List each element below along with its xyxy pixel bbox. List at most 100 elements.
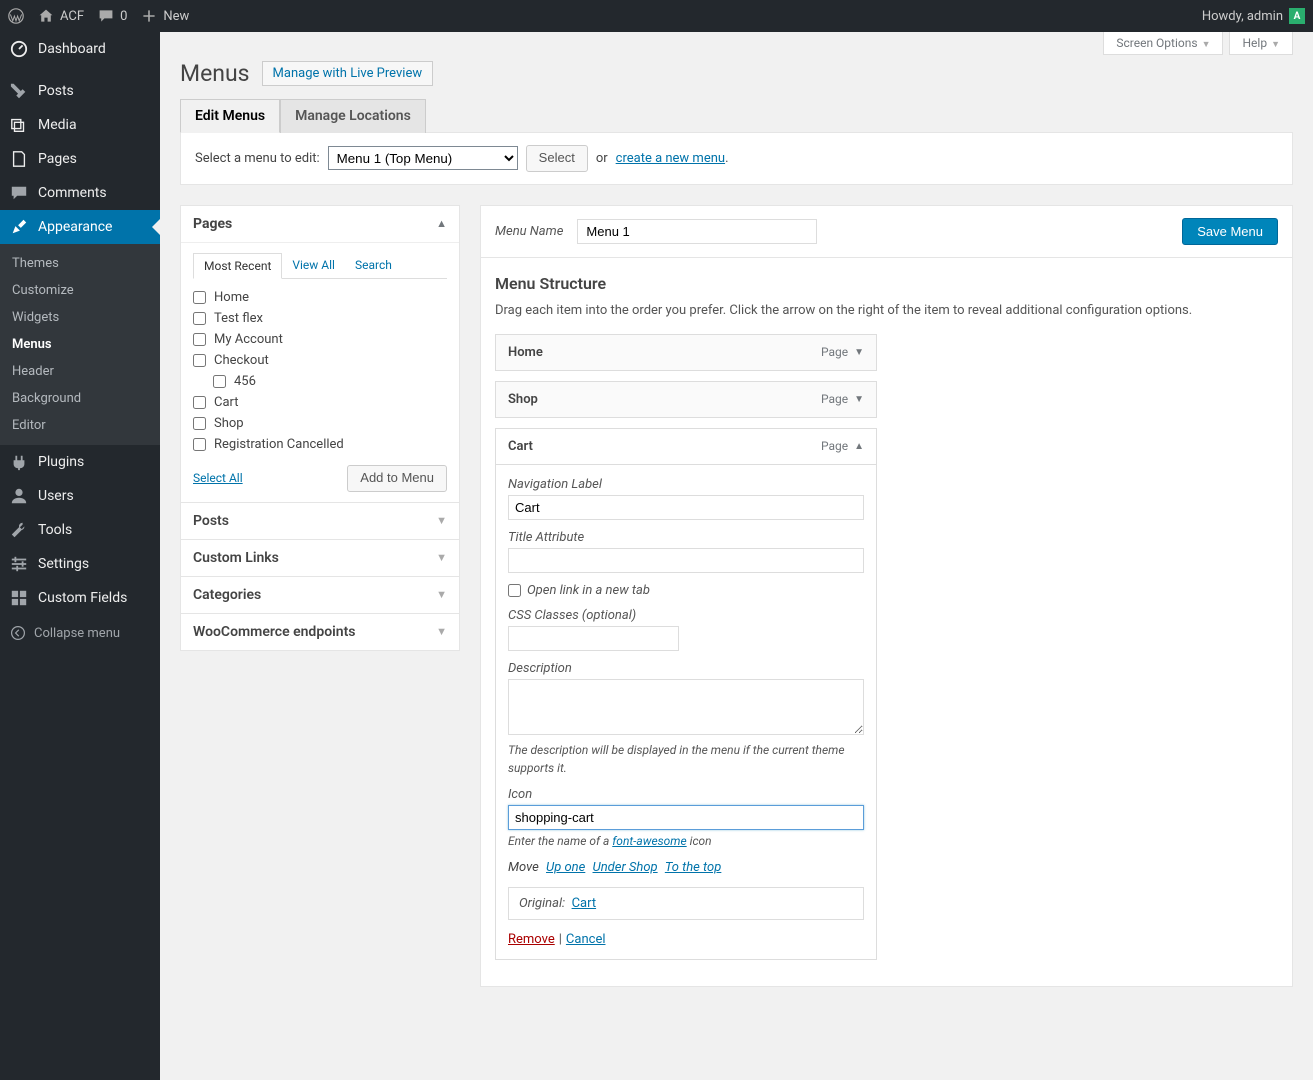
- select-menu-label: Select a menu to edit:: [195, 151, 320, 166]
- sidebar-item-media[interactable]: Media: [0, 108, 160, 142]
- chevron-down-icon: ▼: [1202, 40, 1211, 50]
- sidebar-label: Appearance: [38, 219, 112, 235]
- chevron-down-icon[interactable]: ▼: [854, 394, 864, 405]
- page-check-shop[interactable]: Shop: [193, 413, 447, 434]
- page-check-456[interactable]: 456: [193, 371, 447, 392]
- tab-edit-menus[interactable]: Edit Menus: [180, 99, 280, 133]
- add-to-menu-button[interactable]: Add to Menu: [347, 465, 447, 492]
- live-preview-button[interactable]: Manage with Live Preview: [262, 61, 434, 86]
- site-name-link[interactable]: ACF: [38, 8, 84, 24]
- move-under-shop-link[interactable]: Under Shop: [593, 860, 658, 875]
- description-textarea[interactable]: [508, 679, 864, 735]
- new-content-link[interactable]: New: [141, 8, 189, 24]
- nav-label-input[interactable]: [508, 495, 864, 520]
- chevron-up-icon[interactable]: ▲: [854, 441, 864, 452]
- howdy-link[interactable]: Howdy, adminA: [1202, 8, 1305, 24]
- comments-link[interactable]: 0: [98, 8, 127, 24]
- admin-toolbar: ACF 0 New Howdy, adminA: [0, 0, 1313, 32]
- description-hint: The description will be displayed in the…: [508, 741, 864, 777]
- menu-body: Menu Structure Drag each item into the o…: [480, 258, 1293, 987]
- custom-links-box-header[interactable]: Custom Links▼: [180, 540, 460, 577]
- menu-header: Menu Name Save Menu: [480, 205, 1293, 258]
- remove-link[interactable]: Remove: [508, 932, 555, 947]
- sub-item-themes[interactable]: Themes: [0, 250, 160, 277]
- page-check-home[interactable]: Home: [193, 287, 447, 308]
- sidebar-item-posts[interactable]: Posts: [0, 74, 160, 108]
- chevron-down-icon: ▼: [436, 588, 447, 601]
- cancel-link[interactable]: Cancel: [566, 932, 606, 947]
- sub-item-customize[interactable]: Customize: [0, 277, 160, 304]
- sidebar-label: Posts: [38, 83, 74, 99]
- open-new-tab-checkbox[interactable]: [508, 584, 521, 597]
- menu-select-dropdown[interactable]: Menu 1 (Top Menu): [328, 146, 518, 170]
- icon-label: Icon: [508, 787, 864, 802]
- page-check-test-flex[interactable]: Test flex: [193, 308, 447, 329]
- sidebar-item-custom-fields[interactable]: Custom Fields: [0, 581, 160, 615]
- move-up-one-link[interactable]: Up one: [546, 860, 585, 875]
- page-check-my-account[interactable]: My Account: [193, 329, 447, 350]
- add-items-panel: Pages▲ Most Recent View All Search Home …: [180, 205, 460, 987]
- collapse-label: Collapse menu: [34, 626, 120, 641]
- icon-hint: Enter the name of a font-awesome icon: [508, 832, 864, 850]
- chevron-up-icon: ▲: [436, 217, 447, 230]
- page-check-checkout[interactable]: Checkout: [193, 350, 447, 371]
- page-check-reg-cancelled[interactable]: Registration Cancelled: [193, 434, 447, 455]
- woocommerce-box-header[interactable]: WooCommerce endpoints▼: [180, 614, 460, 651]
- create-menu-link[interactable]: create a new menu: [616, 151, 725, 166]
- menu-item-title: Home: [508, 345, 543, 360]
- sidebar-item-comments[interactable]: Comments: [0, 176, 160, 210]
- menu-item-title: Cart: [508, 439, 533, 454]
- wp-logo[interactable]: [8, 8, 24, 24]
- move-to-top-link[interactable]: To the top: [665, 860, 722, 875]
- title-attr-input[interactable]: [508, 548, 864, 573]
- sidebar-item-plugins[interactable]: Plugins: [0, 445, 160, 479]
- howdy-text: Howdy, admin: [1202, 9, 1283, 24]
- categories-box-header[interactable]: Categories▼: [180, 577, 460, 614]
- sidebar-item-appearance[interactable]: Appearance: [0, 210, 160, 244]
- screen-options-button[interactable]: Screen Options▼: [1103, 32, 1223, 55]
- original-link[interactable]: Cart: [572, 896, 597, 911]
- help-button[interactable]: Help▼: [1229, 32, 1293, 55]
- content-area: Screen Options▼ Help▼ Menus Manage with …: [160, 32, 1313, 1080]
- select-button[interactable]: Select: [526, 145, 588, 172]
- pages-box-header[interactable]: Pages▲: [181, 206, 459, 243]
- sub-item-header[interactable]: Header: [0, 358, 160, 385]
- css-classes-label: CSS Classes (optional): [508, 608, 864, 623]
- chevron-down-icon[interactable]: ▼: [854, 347, 864, 358]
- menu-item-home[interactable]: Home Page▼: [495, 334, 877, 371]
- original-label: Original:: [519, 896, 565, 911]
- menu-edit-panel: Menu Name Save Menu Menu Structure Drag …: [480, 205, 1293, 987]
- pages-box: Pages▲ Most Recent View All Search Home …: [180, 205, 460, 503]
- tab-most-recent[interactable]: Most Recent: [193, 253, 282, 279]
- chevron-down-icon: ▼: [1271, 40, 1280, 50]
- css-classes-input[interactable]: [508, 626, 679, 651]
- sub-item-widgets[interactable]: Widgets: [0, 304, 160, 331]
- menu-item-cart[interactable]: Cart Page▲: [495, 428, 877, 465]
- pages-tabs: Most Recent View All Search: [193, 253, 447, 279]
- sidebar-item-dashboard[interactable]: Dashboard: [0, 32, 160, 66]
- menu-name-input[interactable]: [577, 219, 817, 244]
- save-menu-button[interactable]: Save Menu: [1182, 218, 1278, 245]
- collapse-menu[interactable]: Collapse menu: [0, 615, 160, 651]
- posts-box-header[interactable]: Posts▼: [180, 503, 460, 540]
- tab-view-all[interactable]: View All: [282, 253, 345, 278]
- site-name: ACF: [60, 9, 84, 24]
- icon-input[interactable]: [508, 805, 864, 830]
- sidebar-item-pages[interactable]: Pages: [0, 142, 160, 176]
- sidebar-item-users[interactable]: Users: [0, 479, 160, 513]
- sub-item-menus[interactable]: Menus: [0, 331, 160, 358]
- sidebar-label: Comments: [38, 185, 107, 201]
- new-label: New: [163, 9, 189, 24]
- sidebar-item-settings[interactable]: Settings: [0, 547, 160, 581]
- tab-search[interactable]: Search: [345, 253, 402, 278]
- menu-item-shop[interactable]: Shop Page▼: [495, 381, 877, 418]
- select-all-link[interactable]: Select All: [193, 471, 243, 485]
- sidebar-item-tools[interactable]: Tools: [0, 513, 160, 547]
- menu-structure-instructions: Drag each item into the order you prefer…: [495, 303, 1278, 318]
- sub-item-background[interactable]: Background: [0, 385, 160, 412]
- page-check-cart[interactable]: Cart: [193, 392, 447, 413]
- font-awesome-link[interactable]: font-awesome: [612, 834, 686, 848]
- sub-item-editor[interactable]: Editor: [0, 412, 160, 439]
- open-new-tab-row[interactable]: Open link in a new tab: [508, 583, 864, 598]
- tab-manage-locations[interactable]: Manage Locations: [280, 99, 426, 133]
